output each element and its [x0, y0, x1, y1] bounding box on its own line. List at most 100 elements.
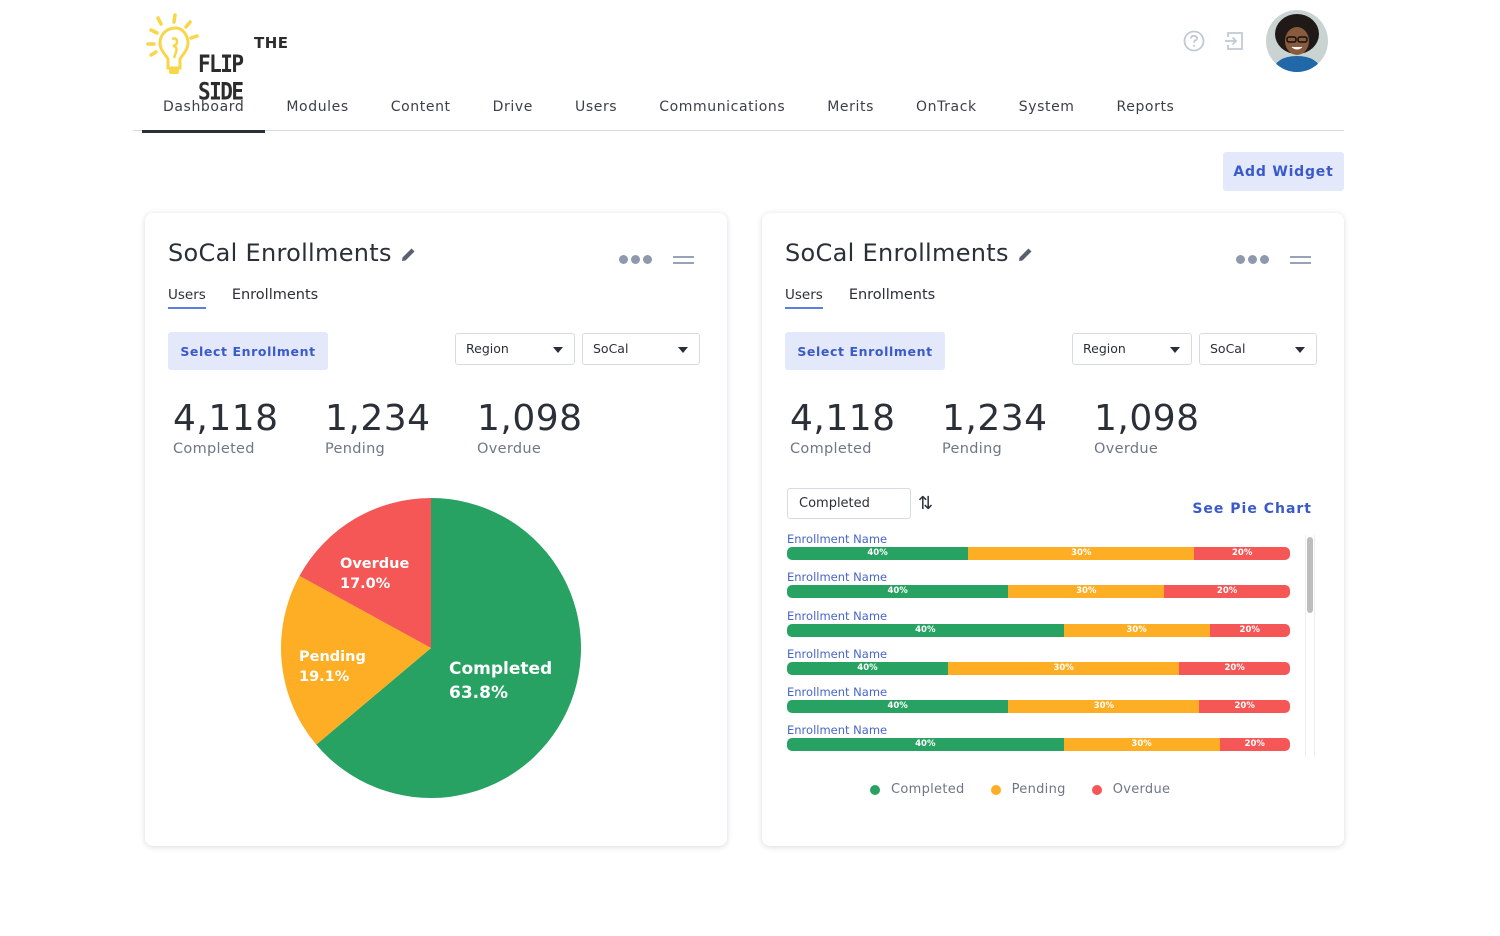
bar-segment-overdue[interactable]: 20%	[1199, 700, 1290, 714]
drag-handle-icon[interactable]	[673, 256, 694, 264]
legend-completed: Completed	[870, 782, 965, 797]
widget-title: SoCal Enrollments	[168, 239, 417, 267]
bar-list-scrollbar[interactable]	[1305, 535, 1315, 757]
pie-label-category: Overdue	[340, 556, 410, 572]
group-by-dropdown[interactable]: Region	[455, 333, 575, 365]
bar-segment-pending[interactable]: 30%	[968, 547, 1195, 560]
stacked-bar: 40% 30% 20%	[787, 585, 1290, 599]
add-widget-button[interactable]: Add Widget	[1223, 152, 1344, 191]
see-pie-chart-link[interactable]: See Pie Chart	[1192, 501, 1312, 517]
nav-communications[interactable]: Communications	[638, 86, 806, 131]
bar-segment-overdue[interactable]: 20%	[1219, 738, 1290, 752]
bar-segment-pending[interactable]: 30%	[1008, 700, 1200, 714]
group-by-dropdown[interactable]: Region	[1072, 333, 1192, 365]
stacked-bar: 40% 30% 20%	[787, 700, 1290, 714]
tab-enrollments[interactable]: Enrollments	[849, 287, 935, 307]
stat-label: Pending	[942, 441, 1003, 457]
bar-segment-pending[interactable]: 30%	[1063, 738, 1220, 752]
enrollment-row[interactable]: Enrollment Name 40% 30% 20%	[787, 570, 1290, 608]
region-value: SoCal	[593, 341, 629, 356]
enrollment-row[interactable]: Enrollment Name 40% 30% 20%	[787, 647, 1290, 685]
bar-segment-completed[interactable]: 40%	[787, 738, 1064, 752]
pie-label-percent: 17.0%	[340, 576, 391, 593]
lightbulb-icon	[146, 13, 199, 74]
widget-tabs: Users Enrollments	[168, 287, 344, 309]
bar-segment-completed[interactable]: 40%	[787, 700, 1009, 714]
chart-legend: Completed Pending Overdue	[870, 782, 1196, 797]
enrollment-row[interactable]: Enrollment Name 40% 30% 20%	[787, 609, 1290, 647]
enrollment-name-link[interactable]: Enrollment Name	[787, 685, 1290, 700]
enrollment-name-link[interactable]: Enrollment Name	[787, 609, 1290, 624]
select-enrollment-button[interactable]: Select Enrollment	[785, 332, 945, 370]
stacked-bar: 40% 30% 20%	[787, 661, 1290, 675]
tab-users[interactable]: Users	[785, 287, 823, 309]
stat-label: Completed	[173, 441, 255, 457]
brand-logo[interactable]: THE FLIP SIDE	[146, 12, 296, 105]
legend-pending: Pending	[990, 782, 1066, 797]
scrollbar-thumb[interactable]	[1307, 537, 1313, 613]
stat-completed: 4,118 Completed	[790, 398, 942, 457]
bar-segment-completed[interactable]: 40%	[787, 623, 1064, 637]
enrollment-name-link[interactable]: Enrollment Name	[787, 532, 1290, 547]
bar-segment-overdue[interactable]: 20%	[1209, 623, 1290, 637]
nav-dashboard[interactable]: Dashboard	[142, 86, 266, 133]
more-options-icon[interactable]	[619, 255, 655, 264]
stat-completed: 4,118 Completed	[173, 398, 325, 457]
nav-users[interactable]: Users	[554, 86, 638, 131]
enrollment-name-link[interactable]: Enrollment Name	[787, 723, 1290, 738]
stat-value: 1,098	[477, 398, 583, 439]
nav-content[interactable]: Content	[370, 86, 472, 131]
nav-system[interactable]: System	[998, 86, 1096, 131]
enrollment-row[interactable]: Enrollment Name 40% 30% 20%	[787, 723, 1290, 756]
stacked-bar: 40% 30% 20%	[787, 738, 1290, 752]
stat-value: 1,098	[1094, 398, 1200, 439]
bar-segment-overdue[interactable]: 20%	[1179, 661, 1290, 675]
stacked-bar: 40% 30% 20%	[787, 623, 1290, 637]
bar-segment-completed[interactable]: 40%	[787, 661, 948, 675]
sort-by-field[interactable]: Completed	[787, 488, 911, 519]
enrollment-name-link[interactable]: Enrollment Name	[787, 647, 1290, 662]
widget-card-pie: SoCal Enrollments Users Enrollments Sele…	[145, 213, 727, 846]
main-nav: Dashboard Modules Content Drive Users Co…	[133, 86, 1344, 133]
stat-label: Overdue	[477, 441, 542, 457]
region-dropdown[interactable]: SoCal	[1199, 333, 1317, 365]
enrollment-row[interactable]: Enrollment Name 40% 30% 20%	[787, 685, 1290, 723]
bar-segment-pending[interactable]: 30%	[1008, 585, 1165, 599]
more-options-icon[interactable]	[1236, 255, 1272, 264]
logout-icon	[1225, 32, 1243, 50]
bar-segment-completed[interactable]: 40%	[787, 585, 1009, 599]
stat-pending: 1,234 Pending	[325, 398, 477, 457]
logout-button[interactable]	[1222, 29, 1246, 53]
nav-modules[interactable]: Modules	[265, 86, 369, 131]
stat-overdue: 1,098 Overdue	[1094, 398, 1246, 457]
stat-label: Completed	[790, 441, 872, 457]
user-avatar[interactable]	[1266, 10, 1328, 72]
pie-label-category: Completed	[449, 659, 553, 679]
nav-ontrack[interactable]: OnTrack	[895, 86, 998, 131]
stat-label: Overdue	[1094, 441, 1159, 457]
bar-segment-completed[interactable]: 40%	[787, 547, 969, 560]
tab-enrollments[interactable]: Enrollments	[232, 287, 318, 307]
stat-label: Pending	[325, 441, 386, 457]
drag-handle-icon[interactable]	[1290, 256, 1311, 264]
widget-card-bars: SoCal Enrollments Users Enrollments Sele…	[762, 213, 1344, 846]
nav-drive[interactable]: Drive	[472, 86, 554, 131]
edit-pencil-icon[interactable]	[400, 246, 417, 263]
legend-dot-icon	[990, 784, 1001, 795]
edit-pencil-icon[interactable]	[1017, 246, 1034, 263]
region-dropdown[interactable]: SoCal	[582, 333, 700, 365]
sort-toggle-icon[interactable]: ⇅	[918, 493, 933, 514]
nav-reports[interactable]: Reports	[1096, 86, 1196, 131]
pie-label-category: Pending	[299, 649, 366, 665]
help-button[interactable]	[1182, 29, 1206, 53]
enrollment-name-link[interactable]: Enrollment Name	[787, 570, 1290, 585]
pie-label-completed: Completed 63.8%	[449, 658, 552, 706]
bar-segment-overdue[interactable]: 20%	[1164, 585, 1290, 599]
bar-segment-overdue[interactable]: 20%	[1194, 547, 1290, 560]
enrollment-row[interactable]: Enrollment Name 40% 30% 20%	[787, 532, 1290, 570]
tab-users[interactable]: Users	[168, 287, 206, 309]
nav-merits[interactable]: Merits	[806, 86, 895, 131]
select-enrollment-button[interactable]: Select Enrollment	[168, 332, 328, 370]
bar-segment-pending[interactable]: 30%	[1063, 623, 1210, 637]
bar-segment-pending[interactable]: 30%	[947, 661, 1180, 675]
